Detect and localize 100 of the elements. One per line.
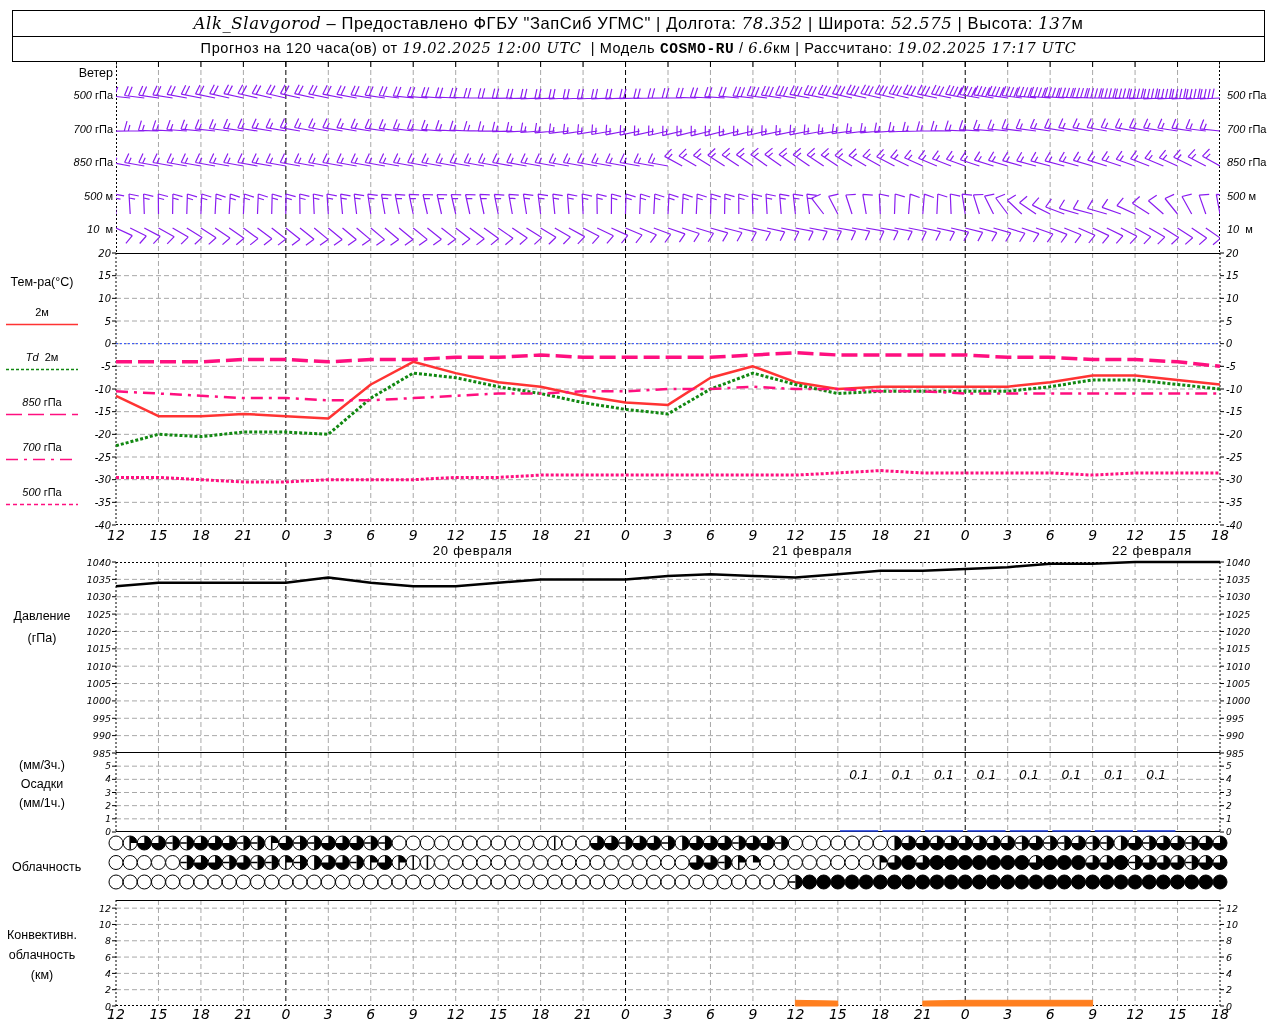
level-label: 500 гПа xyxy=(1227,88,1267,102)
axis-tick-label: 15 xyxy=(1168,527,1187,543)
level-label: 700 гПа xyxy=(73,121,113,136)
legend-line xyxy=(6,368,78,371)
axis-tick-label: 1025 xyxy=(86,608,111,620)
axis-tick-label: 15 xyxy=(828,527,847,543)
axis-tick-label: 9 xyxy=(408,527,418,543)
value-label: 0.1 xyxy=(1019,766,1039,782)
axis-tick-label: 15 xyxy=(489,527,508,543)
header-line: Alk_Slavgorod – Предоставлено ФГБУ "ЗапСиб УГМС" | Долгота: 78.352 | Широта: 52.575 | Высота: 137м xyxy=(193,13,1084,33)
axis-tick-label: 15 xyxy=(1226,270,1239,282)
axis-tick-label: 1000 xyxy=(86,695,111,707)
axis-tick-label: 15 xyxy=(1168,1006,1187,1022)
axis-tick-label: -15 xyxy=(1226,406,1243,418)
axis-tick-label: 18 xyxy=(531,527,550,543)
axis-tick-label: 0 xyxy=(104,338,111,350)
axis-tick-label: 2 xyxy=(1226,984,1233,996)
axis-tick-label: 15 xyxy=(149,1006,168,1022)
axis-tick-label: 1025 xyxy=(1226,608,1251,620)
legend-line xyxy=(6,323,78,326)
axis-tick-label: 8 xyxy=(1226,935,1233,947)
axis-tick-label: 6 xyxy=(706,527,715,543)
axis-tick-label: 0 xyxy=(104,1000,111,1012)
axis-tick-label: 0 xyxy=(621,1006,630,1022)
legend-line xyxy=(6,413,78,416)
axis-tick-label: 3 xyxy=(1226,787,1232,798)
axis-tick-label: 6 xyxy=(706,1006,715,1022)
axis-tick-label: 4 xyxy=(1226,967,1233,979)
axis-tick-label: 12 xyxy=(786,527,805,543)
axis-tick-label: 9 xyxy=(408,1006,418,1022)
axis-tick-label: 5 xyxy=(104,315,111,327)
date-label: 20 февраля xyxy=(432,542,513,558)
axis-tick-label: -15 xyxy=(94,406,111,418)
legend-label: 850 гПа xyxy=(22,395,62,409)
axis-tick-label: 21 xyxy=(574,1006,592,1022)
level-label: 850 гПа xyxy=(73,155,113,169)
axis-tick-label: 0 xyxy=(281,1006,291,1022)
legend-label: 500 гПа xyxy=(22,485,62,499)
axis-tick-label: 20 xyxy=(1226,247,1239,259)
panel-label: Тем-ра(°C) xyxy=(10,275,74,289)
axis-tick-label: 21 xyxy=(234,1006,253,1022)
axis-tick-label: 985 xyxy=(92,747,111,759)
axis-tick-label: 1005 xyxy=(86,678,111,690)
axis-tick-label: 990 xyxy=(92,730,111,742)
axis-tick-label: 12 xyxy=(1126,527,1144,543)
axis-tick-label: 10 xyxy=(1226,292,1239,304)
axis-tick-label: 5 xyxy=(1226,761,1232,772)
axis-tick-label: -30 xyxy=(94,474,111,486)
level-label: 850 гПа xyxy=(1227,155,1267,169)
axis-tick-label: 12 xyxy=(1226,902,1239,914)
axis-tick-label: 1010 xyxy=(86,660,111,672)
axis-tick-label: 6 xyxy=(366,527,376,543)
axis-tick-label: 1015 xyxy=(1226,643,1251,655)
axis-tick-label: 12 xyxy=(1126,1006,1144,1022)
panel-label: облачность xyxy=(8,948,76,962)
axis-tick-label: 10 xyxy=(1226,918,1239,930)
axis-tick-label: -5 xyxy=(101,360,111,372)
value-label: 0.1 xyxy=(1146,766,1167,782)
axis-tick-label: 5 xyxy=(1226,315,1233,327)
axis-tick-label: -25 xyxy=(94,451,111,463)
level-label: 700 гПа xyxy=(1227,121,1267,136)
axis-tick-label: 995 xyxy=(1226,712,1245,724)
level-label: 500 гПа xyxy=(73,88,113,102)
axis-tick-label: 12 xyxy=(446,1006,465,1022)
value-label: 0.1 xyxy=(891,766,912,782)
axis-tick-label: 1040 xyxy=(1226,556,1251,568)
value-label: 0.1 xyxy=(934,766,954,782)
axis-tick-label: 1020 xyxy=(86,625,111,637)
axis-tick-label: 0 xyxy=(621,527,630,543)
axis-tick-label: 18 xyxy=(192,1006,210,1022)
value-label: 0.1 xyxy=(849,766,869,782)
date-label: 22 февраля xyxy=(1112,542,1193,558)
level-label: 500 м xyxy=(1227,188,1256,203)
axis-tick-label: 8 xyxy=(104,935,111,947)
axis-tick-label: 0 xyxy=(1226,338,1233,350)
axis-tick-label: 1000 xyxy=(1226,695,1251,707)
axis-tick-label: 18 xyxy=(871,527,890,543)
axis-tick-label: 6 xyxy=(104,951,111,963)
panel-label: (мм/3ч.) xyxy=(19,758,65,772)
axis-tick-label: 1040 xyxy=(86,556,111,568)
axis-tick-label: 1035 xyxy=(1226,573,1251,585)
axis-tick-label: 3 xyxy=(663,527,673,543)
axis-tick-label: -40 xyxy=(1226,519,1243,531)
axis-tick-label: 6 xyxy=(1226,951,1233,963)
axis-tick-label: 4 xyxy=(1226,774,1232,785)
axis-tick-label: 15 xyxy=(489,1006,508,1022)
panel-label: Конвективн. xyxy=(7,928,77,942)
axis-tick-label: 21 xyxy=(574,527,592,543)
axis-tick-label: 9 xyxy=(748,1006,758,1022)
legend-label: Td 2м xyxy=(25,350,59,364)
axis-tick-label: 1 xyxy=(1226,813,1232,824)
axis-tick-label: -10 xyxy=(94,383,111,395)
axis-tick-label: 0 xyxy=(281,527,291,543)
axis-tick-label: 3 xyxy=(323,1006,333,1022)
axis-tick-label: 3 xyxy=(1003,1006,1013,1022)
axis-tick-label: 1 xyxy=(105,813,111,824)
axis-tick-label: 12 xyxy=(98,902,111,914)
axis-tick-label: 18 xyxy=(1211,527,1229,543)
panel-label: (км) xyxy=(30,968,54,982)
axis-tick-label: 1005 xyxy=(1226,678,1251,690)
